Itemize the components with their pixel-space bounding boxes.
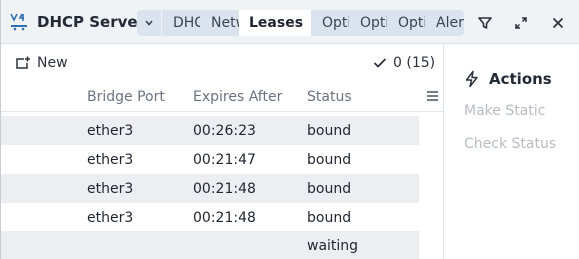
tab-alerts[interactable]: Alerts: [425, 10, 464, 36]
table-row[interactable]: waiting: [1, 231, 419, 259]
cell-expires-after: 00:21:48: [193, 181, 256, 197]
table-row[interactable]: ether3 00:21:48 bound: [1, 174, 419, 203]
cell-bridge-port: ether3: [87, 210, 134, 226]
cell-status: waiting: [307, 238, 359, 254]
selection-count-label: 0 (15): [393, 55, 436, 71]
close-icon[interactable]: [547, 12, 569, 34]
tab-option-sets[interactable]: Option Sets: [349, 10, 387, 36]
cell-status: bound: [307, 152, 352, 168]
tab-leases[interactable]: Leases: [239, 10, 311, 36]
new-button-label: New: [37, 55, 68, 71]
cell-status: bound: [307, 210, 352, 226]
page-title: DHCP Server: [37, 13, 145, 31]
checkmark-icon: [373, 58, 387, 68]
cell-status: bound: [307, 181, 352, 197]
cell-expires-after: 00:21:48: [193, 210, 256, 226]
selection-count[interactable]: 0 (15): [373, 52, 435, 74]
check-status-action[interactable]: Check Status: [464, 136, 556, 152]
tabs-dropdown-button[interactable]: [137, 10, 161, 36]
window: DHCP Server DHCP Networks Leases Options…: [0, 0, 579, 259]
column-header-expires-after[interactable]: Expires After: [193, 89, 282, 105]
lightning-icon: [465, 70, 478, 88]
new-icon: [16, 56, 30, 69]
expand-icon[interactable]: [510, 12, 532, 34]
cell-bridge-port: ether3: [87, 152, 134, 168]
tab-options[interactable]: Options: [311, 10, 349, 36]
cell-status: bound: [307, 123, 352, 139]
cell-bridge-port: ether3: [87, 181, 134, 197]
tab-networks[interactable]: Networks: [200, 10, 240, 36]
cell-expires-after: 00:21:47: [193, 152, 256, 168]
column-header-status[interactable]: Status: [307, 89, 352, 105]
table-row[interactable]: ether3 00:21:48 bound: [1, 203, 419, 232]
panel-divider: [443, 44, 444, 259]
table-header: Bridge Port Expires After Status: [1, 84, 443, 112]
dhcp-v4-icon: [9, 12, 29, 32]
tab-dhcp[interactable]: DHCP: [162, 10, 201, 36]
table-row[interactable]: ether3 00:21:47 bound: [1, 145, 419, 174]
tab-option-matchers[interactable]: Option Matchers: [387, 10, 425, 36]
cell-bridge-port: ether3: [87, 123, 134, 139]
actions-panel-title: Actions: [463, 68, 552, 90]
column-menu-icon[interactable]: [427, 90, 441, 104]
table-row[interactable]: ether3 00:26:23 bound: [1, 116, 419, 145]
header-bar: DHCP Server DHCP Networks Leases Options…: [1, 0, 579, 44]
actions-title-label: Actions: [489, 70, 552, 88]
new-button[interactable]: New: [15, 52, 68, 74]
chevron-down-icon: [145, 20, 153, 26]
column-header-bridge-port[interactable]: Bridge Port: [87, 89, 165, 105]
cell-expires-after: 00:26:23: [193, 123, 256, 139]
filter-icon[interactable]: [474, 12, 496, 34]
make-static-action[interactable]: Make Static: [464, 103, 545, 119]
